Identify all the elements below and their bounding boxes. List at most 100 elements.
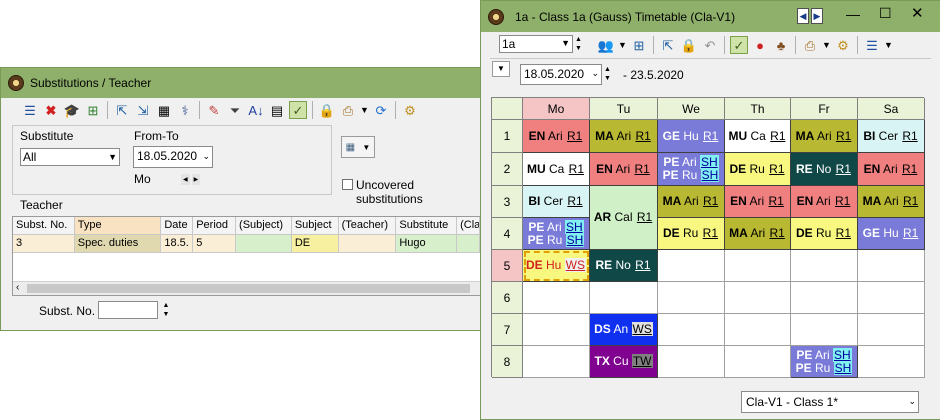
timetable-cell[interactable] — [523, 314, 590, 346]
lesson-block[interactable]: TX Cu TW — [590, 346, 658, 378]
refresh-icon[interactable]: ⟳ — [372, 101, 390, 119]
scroll-left-icon[interactable]: ‹ — [16, 282, 19, 293]
close-button[interactable]: ✕ — [911, 4, 924, 22]
import-icon[interactable]: ⇲ — [134, 101, 152, 119]
week-stepper[interactable]: ▲ ▼ — [604, 65, 614, 83]
period-header-4[interactable]: 4 — [492, 218, 523, 250]
timetable-cell[interactable] — [590, 282, 658, 314]
edit-mode-icon[interactable]: ✓ — [730, 36, 748, 54]
timetable-titlebar[interactable]: 1a - Class 1a (Gauss) Timetable (Cla-V1)… — [481, 1, 940, 32]
day-header-we[interactable]: We — [658, 98, 725, 120]
period-header-8[interactable]: 8 — [492, 346, 523, 378]
lesson-block[interactable]: DE Ru R1 — [658, 218, 725, 250]
filter-icon[interactable]: ⏷ — [226, 101, 244, 119]
settings-icon[interactable]: ⚙ — [834, 36, 852, 54]
edit-mode-icon[interactable]: ✓ — [289, 101, 307, 119]
next-day-button[interactable]: ▶ — [191, 174, 201, 185]
lesson-block[interactable]: PE Ari SH PE Ru SH — [658, 153, 725, 186]
stethoscope-icon[interactable]: ⚕ — [176, 101, 194, 119]
lesson-block[interactable]: AR Cal R1 — [590, 186, 658, 250]
subst-no-input[interactable] — [98, 301, 158, 319]
lesson-block[interactable]: RE No R1 — [590, 250, 658, 282]
timetable-cell[interactable] — [658, 314, 725, 346]
timetable-cell[interactable] — [791, 250, 858, 282]
list-icon[interactable]: ☰ — [21, 101, 39, 119]
column-header[interactable]: (Subject) — [236, 217, 292, 235]
period-header-2[interactable]: 2 — [492, 153, 523, 186]
print-icon[interactable]: ⎙ — [339, 101, 357, 119]
horizontal-scrollbar[interactable]: ‹ — [13, 281, 480, 295]
timetable-cell[interactable] — [791, 314, 858, 346]
scroll-thumb[interactable] — [27, 284, 470, 293]
timetable-cell[interactable] — [725, 282, 791, 314]
lesson-block[interactable]: MU Ca R1 — [725, 120, 791, 153]
options-dropdown-button[interactable]: ▼ — [492, 61, 510, 77]
timetable-cell[interactable] — [658, 282, 725, 314]
export-icon[interactable]: ⇱ — [113, 101, 131, 119]
teachers-icon[interactable]: 👥 — [597, 36, 615, 54]
people-icon[interactable]: ♣ — [772, 36, 790, 54]
lesson-block[interactable]: PE Ari SH PE Ru SH — [523, 218, 590, 250]
lesson-block[interactable]: MA Ari R1 — [590, 120, 658, 153]
column-header[interactable]: (Teacher) — [338, 217, 397, 235]
day-header-fr[interactable]: Fr — [791, 98, 858, 120]
lesson-block[interactable]: RE No R1 — [791, 153, 858, 186]
timetable-cell[interactable] — [658, 346, 725, 378]
lesson-block[interactable]: MU Ca R1 — [523, 153, 590, 186]
pin-icon[interactable]: ● — [751, 36, 769, 54]
timetable-cell[interactable] — [858, 346, 925, 378]
column-header[interactable]: (Cla — [457, 217, 480, 235]
delete-icon[interactable]: ✖ — [42, 101, 60, 119]
lesson-block[interactable]: EN Ari R1 — [523, 120, 590, 153]
prev-day-button[interactable]: ◀ — [181, 174, 190, 185]
lesson-block[interactable]: BI Cer R1 — [523, 186, 590, 218]
column-header[interactable]: Subst. No. — [13, 217, 75, 235]
lock-icon[interactable]: 🔒 — [680, 36, 698, 54]
timetable-cell[interactable] — [523, 346, 590, 378]
add-icon[interactable]: ⊞ — [84, 101, 102, 119]
calculator-icon[interactable]: ▦ — [155, 101, 173, 119]
lesson-block[interactable]: EN Ari R1 — [725, 186, 791, 218]
subst-no-stepper[interactable]: ▲ ▼ — [160, 301, 172, 319]
dropdown-arrow-icon[interactable]: ▼ — [822, 36, 831, 54]
timetable-cell[interactable] — [858, 250, 925, 282]
lesson-block[interactable]: GE Hu R1 — [658, 120, 725, 153]
lesson-block[interactable]: EN Ari R1 — [858, 153, 925, 186]
lesson-block[interactable]: GE Hu R1 — [858, 218, 925, 250]
timetable-cell[interactable] — [858, 314, 925, 346]
column-header[interactable]: Subject — [291, 217, 339, 235]
timetable-cell[interactable] — [658, 250, 725, 282]
lesson-block[interactable]: MA Ari R1 — [791, 120, 858, 153]
substitute-select[interactable]: All ▼ — [20, 148, 120, 166]
substitutions-titlebar[interactable]: Substitutions / Teacher — [1, 68, 484, 98]
sort-icon[interactable]: A↓ — [247, 101, 265, 119]
print-icon[interactable]: ⎙ — [801, 36, 819, 54]
export-icon[interactable]: ⇱ — [659, 36, 677, 54]
column-header[interactable]: Period — [193, 217, 237, 235]
prev-element-button[interactable]: ◀ — [797, 8, 809, 24]
column-header[interactable]: Date — [161, 217, 194, 235]
fit-window-icon[interactable]: ⊞ — [630, 36, 648, 54]
table-row[interactable]: 3 Spec. duties 18.5. 5 DE Hugo — [13, 235, 480, 253]
timetable-cell[interactable] — [725, 314, 791, 346]
period-header-1[interactable]: 1 — [492, 120, 523, 153]
dropdown-arrow-icon[interactable]: ▼ — [884, 36, 893, 54]
timetable-format-select[interactable]: Cla-V1 - Class 1* ⌄ — [741, 391, 919, 413]
menu-icon[interactable]: ☰ — [863, 36, 881, 54]
timetable-cell[interactable] — [725, 250, 791, 282]
day-header-th[interactable]: Th — [725, 98, 791, 120]
lesson-block[interactable]: PE Ari SH PE Ru SH — [791, 346, 858, 378]
timetable-cell[interactable] — [523, 282, 590, 314]
minimize-button[interactable]: — — [846, 6, 860, 22]
lesson-block[interactable]: EN Ari R1 — [590, 153, 658, 186]
day-header-sa[interactable]: Sa — [858, 98, 925, 120]
maximize-button[interactable]: ☐ — [879, 5, 892, 22]
lesson-block[interactable]: DE Hu WS — [523, 250, 590, 282]
dropdown-arrow-icon[interactable]: ▼ — [618, 36, 627, 54]
dropdown-arrow-icon[interactable]: ▼ — [360, 101, 369, 119]
uncovered-checkbox[interactable] — [342, 179, 353, 190]
period-header-7[interactable]: 7 — [492, 314, 523, 346]
period-header-6[interactable]: 6 — [492, 282, 523, 314]
day-header-mo[interactable]: Mo — [523, 98, 590, 120]
period-header-3[interactable]: 3 — [492, 186, 523, 218]
